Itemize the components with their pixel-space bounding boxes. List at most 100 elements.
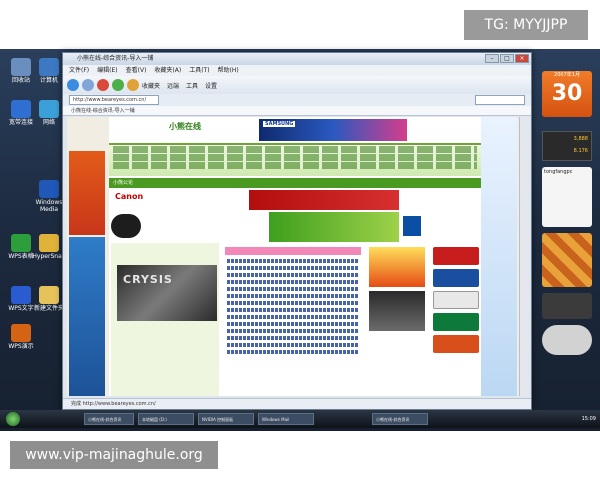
news-item[interactable] [227, 294, 359, 298]
calendar-day: 30 [551, 81, 583, 106]
news-item[interactable] [227, 315, 359, 319]
toolbar: 收藏夹 远端 工具 设置 [63, 76, 531, 94]
desktop-icon-computer[interactable]: 计算机 [32, 58, 66, 84]
stock-gadget[interactable]: 3,888 8.176 [542, 131, 592, 161]
spreadsheet-icon [11, 234, 31, 252]
ad-box[interactable] [369, 291, 425, 331]
calendar-gadget[interactable]: 2007年1月 30 [542, 71, 592, 117]
crysis-image[interactable]: CRYSIS [117, 265, 217, 321]
taskbar-button[interactable]: 小熊在线-综合资讯 [84, 413, 134, 425]
taskbar-button[interactable]: Windows Mail [258, 413, 314, 425]
stop-icon[interactable] [97, 79, 109, 91]
menu-view[interactable]: 查看(V) [126, 65, 147, 76]
brand-logo[interactable] [433, 269, 479, 287]
site-nav[interactable] [109, 146, 481, 176]
nav-row [113, 146, 477, 153]
web-page: 小熊在线 SAMSUNG 小熊公论 Canon CRYSIS [109, 117, 481, 396]
window-title: 小熊在线-综合资讯-导入一铺 [77, 55, 154, 62]
news-item[interactable] [227, 308, 359, 312]
ad-box[interactable] [369, 247, 425, 287]
menu-bar: 文件(F) 编辑(E) 查看(V) 收藏夹(A) 工具(T) 帮助(H) [63, 65, 531, 76]
desktop-icon-label: WPS演示 [8, 343, 34, 350]
camera-icon [39, 234, 59, 252]
news-item[interactable] [227, 322, 359, 326]
green-promo-banner [269, 212, 399, 242]
desktop-icon-folder[interactable]: 新建文件夹 [32, 286, 66, 312]
desktop-icon-network[interactable]: 网络 [32, 100, 66, 126]
news-item[interactable] [227, 280, 359, 284]
clock[interactable]: 15:09 [582, 413, 596, 425]
brand-logo[interactable] [433, 313, 479, 331]
desktop-icon-hypersnap[interactable]: HyperSnap [32, 234, 66, 260]
notes-gadget[interactable]: tongfangpc [542, 167, 592, 227]
desktop-icon-label: 回收站 [11, 77, 30, 84]
start-button[interactable] [6, 412, 20, 426]
news-item[interactable] [227, 343, 359, 347]
forward-icon[interactable] [82, 79, 94, 91]
brand-logo[interactable] [433, 335, 479, 353]
vertical-scrollbar[interactable] [519, 117, 529, 396]
minimize-button[interactable]: – [485, 54, 499, 63]
toolbar-remote[interactable]: 远端 [167, 81, 179, 90]
samsung-banner[interactable]: SAMSUNG [259, 119, 407, 141]
desktop-icon-label: 新建文件夹 [33, 305, 64, 312]
menu-edit[interactable]: 编辑(E) [97, 65, 117, 76]
canon-ad[interactable]: Canon [109, 190, 481, 210]
left-ad-banner[interactable] [69, 151, 105, 235]
desktop-icon-media[interactable]: Windows Media [32, 180, 66, 213]
tab-active[interactable]: 小熊在线-综合资讯-导入一铺 [63, 106, 531, 116]
toolbar-tools[interactable]: 工具 [186, 81, 198, 90]
watermark-top: TG: MYYJJPP [464, 10, 588, 40]
brand-logo[interactable] [433, 247, 479, 265]
news-item[interactable] [227, 336, 359, 340]
menu-help[interactable]: 帮助(H) [218, 65, 239, 76]
taskbar-button[interactable]: 本地磁盘 (D:) [138, 413, 194, 425]
home-icon[interactable] [127, 79, 139, 91]
taskbar-button[interactable]: NVIDIA 控制面板 [198, 413, 254, 425]
window-titlebar[interactable]: 小熊在线-综合资讯-导入一铺 – □ × [63, 53, 531, 65]
web-content: 小熊在线 SAMSUNG 小熊公论 Canon CRYSIS [67, 117, 519, 396]
menu-file[interactable]: 文件(F) [69, 65, 89, 76]
refresh-icon[interactable] [112, 79, 124, 91]
news-item[interactable] [227, 301, 359, 305]
menu-tools[interactable]: 工具(T) [189, 65, 209, 76]
news-column [223, 243, 363, 396]
news-item[interactable] [227, 266, 359, 270]
right-ads [367, 243, 427, 396]
samsung-logo: SAMSUNG [263, 121, 296, 127]
left-column: CRYSIS [111, 243, 219, 396]
promo-row[interactable] [109, 212, 481, 242]
taskbar: 小熊在线-综合资讯 本地磁盘 (D:) NVIDIA 控制面板 Windows … [0, 410, 600, 428]
clock-gadget[interactable] [542, 325, 592, 355]
desktop-icon-label: WPS文字 [8, 305, 34, 312]
taskbar-button[interactable]: 小熊在线-综合资讯 [372, 413, 428, 425]
news-item[interactable] [227, 329, 359, 333]
site-logo[interactable]: 小熊在线 [169, 121, 201, 132]
news-item[interactable] [227, 259, 359, 263]
desktop-icon-label: HyperSnap [32, 253, 66, 260]
status-bar: 完成 http://www.beareyes.com.cn/ [63, 398, 531, 409]
calendar-month: 2007年1月 [554, 72, 580, 78]
news-item[interactable] [227, 350, 359, 354]
left-ad-banner-blue[interactable] [69, 237, 105, 396]
brand-logo[interactable] [433, 291, 479, 309]
toolbar-settings[interactable]: 设置 [205, 81, 217, 90]
close-button[interactable]: × [515, 54, 529, 63]
desktop-icon-wps-show[interactable]: WPS演示 [4, 324, 38, 350]
feed-gadget[interactable] [542, 293, 592, 319]
address-bar-row: http://www.beareyes.com.cn/ [63, 94, 531, 106]
right-ad-banner[interactable] [481, 117, 517, 396]
maximize-button[interactable]: □ [500, 54, 514, 63]
news-item[interactable] [227, 287, 359, 291]
toolbar-favorites[interactable]: 收藏夹 [142, 81, 160, 90]
news-item[interactable] [227, 273, 359, 277]
menu-favorites[interactable]: 收藏夹(A) [154, 65, 181, 76]
desktop-icon-label: WPS表格 [8, 253, 34, 260]
back-icon[interactable] [67, 79, 79, 91]
address-input[interactable]: http://www.beareyes.com.cn/ [69, 95, 159, 105]
picture-gadget[interactable] [542, 233, 592, 287]
desktop-icon-label: Windows Media [35, 199, 63, 213]
search-input[interactable] [475, 95, 525, 105]
site-header: 小熊在线 SAMSUNG [109, 117, 481, 145]
desktop-icon-label: 计算机 [39, 77, 58, 84]
